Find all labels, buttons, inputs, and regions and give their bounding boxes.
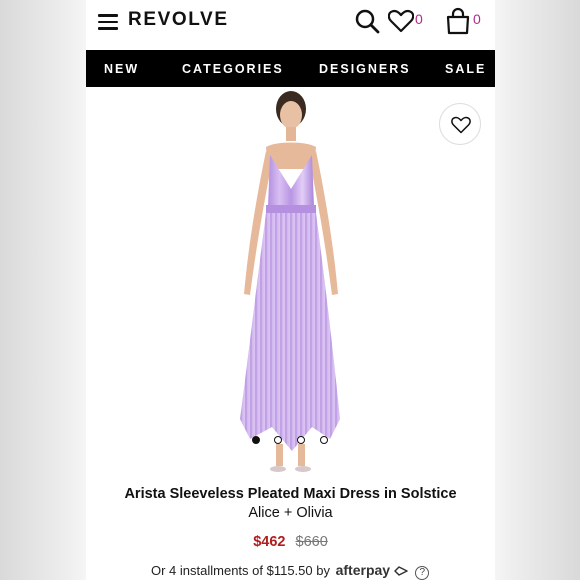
- gallery-dot[interactable]: [297, 436, 305, 444]
- price-row: $462 $660: [86, 534, 495, 550]
- original-price: $660: [295, 534, 328, 550]
- afterpay-logo: afterpay: [335, 562, 391, 578]
- nav-categories[interactable]: CATEGORIES: [182, 62, 284, 76]
- nav-sale[interactable]: SALE: [445, 62, 486, 76]
- app-screen: REVOLVE 0 0 NEW CATEGORIES DESIGNERS SAL…: [86, 0, 495, 580]
- nav-designers[interactable]: DESIGNERS: [319, 62, 411, 76]
- product-brand[interactable]: Alice + Olivia: [86, 505, 495, 521]
- heart-icon[interactable]: [388, 9, 414, 33]
- help-icon[interactable]: ?: [415, 566, 430, 580]
- product-title: Arista Sleeveless Pleated Maxi Dress in …: [124, 486, 457, 502]
- menu-icon[interactable]: [98, 14, 118, 30]
- add-to-wishlist-button[interactable]: [439, 103, 481, 145]
- category-nav: NEW CATEGORIES DESIGNERS SALE: [86, 50, 495, 87]
- bag-icon[interactable]: [445, 7, 471, 35]
- installments-info: Or 4 installments of $115.50 by afterpay…: [151, 562, 430, 580]
- sale-price: $462: [253, 534, 286, 550]
- installments-text: Or 4 installments of $115.50 by: [151, 563, 330, 578]
- bag-count: 0: [473, 11, 481, 27]
- search-icon[interactable]: [354, 8, 380, 34]
- product-gallery[interactable]: [86, 87, 495, 472]
- nav-new[interactable]: NEW: [104, 62, 139, 76]
- gallery-dot[interactable]: [274, 436, 282, 444]
- gallery-dot[interactable]: [252, 436, 260, 444]
- site-header: REVOLVE 0 0: [86, 0, 495, 50]
- revolve-logo[interactable]: REVOLVE: [128, 9, 229, 31]
- afterpay-arrow-icon: [393, 566, 408, 576]
- gallery-pagination: [252, 436, 332, 446]
- product-image[interactable]: [226, 89, 356, 481]
- gallery-dot[interactable]: [320, 436, 328, 444]
- heart-icon: [451, 116, 471, 134]
- wishlist-count: 0: [415, 11, 423, 27]
